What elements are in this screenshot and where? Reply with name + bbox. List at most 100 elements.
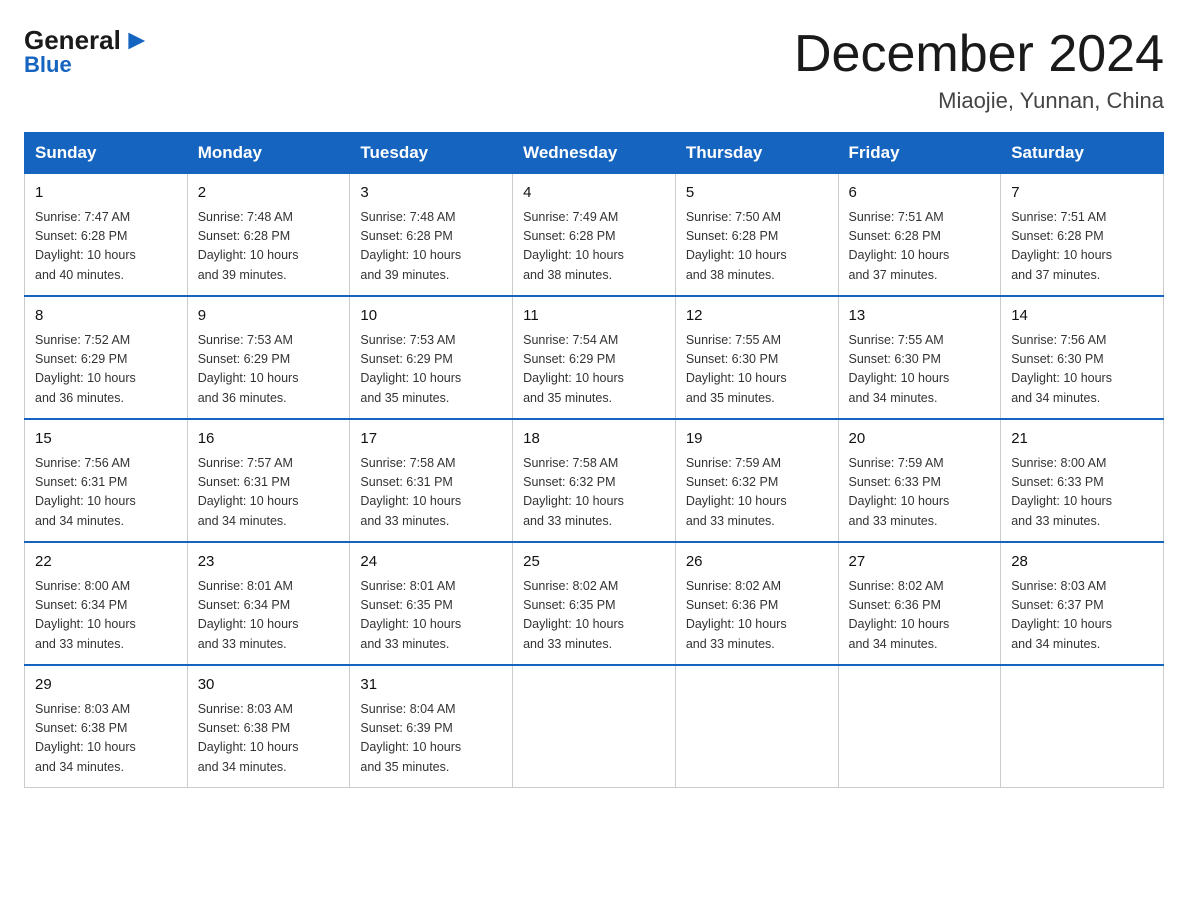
day-number: 17 <box>360 428 502 451</box>
calendar-day-cell: 3 Sunrise: 7:48 AMSunset: 6:28 PMDaylight… <box>350 174 513 297</box>
day-info: Sunrise: 7:47 AMSunset: 6:28 PMDaylight:… <box>35 208 177 286</box>
page-header: General ► Blue December 2024 Miaojie, Yu… <box>24 24 1164 114</box>
calendar-day-cell: 2Sunrise: 7:48 AMSunset: 6:28 PMDaylight… <box>187 174 350 297</box>
calendar-day-cell: 8 Sunrise: 7:52 AMSunset: 6:29 PMDaylight… <box>25 296 188 419</box>
calendar-week-3: 15 Sunrise: 7:56 AMSunset: 6:31 PMDayligh… <box>25 419 1164 542</box>
day-number: 25 <box>523 551 665 574</box>
day-number: 23 <box>198 551 340 574</box>
calendar-day-cell: 18Sunrise: 7:58 AMSunset: 6:32 PMDayligh… <box>513 419 676 542</box>
calendar-day-cell: 23 Sunrise: 8:01 AMSunset: 6:34 PMDayligh… <box>187 542 350 665</box>
calendar-day-cell: 10Sunrise: 7:53 AMSunset: 6:29 PMDayligh… <box>350 296 513 419</box>
day-info: Sunrise: 7:48 AMSunset: 6:28 PMDaylight:… <box>360 208 502 286</box>
day-info: Sunrise: 7:59 AMSunset: 6:33 PMDaylight:… <box>849 454 991 532</box>
day-number: 16 <box>198 428 340 451</box>
day-number: 15 <box>35 428 177 451</box>
calendar-day-cell <box>838 665 1001 788</box>
header-thursday: Thursday <box>675 133 838 174</box>
calendar-day-cell: 16 Sunrise: 7:57 AMSunset: 6:31 PMDayligh… <box>187 419 350 542</box>
day-info: Sunrise: 8:03 AMSunset: 6:37 PMDaylight:… <box>1011 577 1153 655</box>
day-number: 2 <box>198 182 340 205</box>
day-info: Sunrise: 8:01 AMSunset: 6:35 PMDaylight:… <box>360 577 502 655</box>
day-number: 11 <box>523 305 665 328</box>
calendar-day-cell: 25 Sunrise: 8:02 AMSunset: 6:35 PMDayligh… <box>513 542 676 665</box>
day-number: 29 <box>35 674 177 697</box>
day-number: 5 <box>686 182 828 205</box>
day-info: Sunrise: 7:53 AMSunset: 6:29 PMDaylight:… <box>360 331 502 409</box>
calendar-header-row: Sunday Monday Tuesday Wednesday Thursday… <box>25 133 1164 174</box>
calendar-day-cell: 7 Sunrise: 7:51 AMSunset: 6:28 PMDaylight… <box>1001 174 1164 297</box>
day-info: Sunrise: 8:02 AMSunset: 6:35 PMDaylight:… <box>523 577 665 655</box>
day-info: Sunrise: 7:53 AMSunset: 6:29 PMDaylight:… <box>198 331 340 409</box>
calendar-day-cell: 20Sunrise: 7:59 AMSunset: 6:33 PMDayligh… <box>838 419 1001 542</box>
calendar-day-cell <box>1001 665 1164 788</box>
day-number: 1 <box>35 182 177 205</box>
header-tuesday: Tuesday <box>350 133 513 174</box>
day-number: 13 <box>849 305 991 328</box>
day-info: Sunrise: 7:50 AMSunset: 6:28 PMDaylight:… <box>686 208 828 286</box>
day-info: Sunrise: 7:59 AMSunset: 6:32 PMDaylight:… <box>686 454 828 532</box>
calendar-location: Miaojie, Yunnan, China <box>794 88 1164 114</box>
day-number: 7 <box>1011 182 1153 205</box>
day-info: Sunrise: 8:04 AMSunset: 6:39 PMDaylight:… <box>360 700 502 778</box>
day-number: 24 <box>360 551 502 574</box>
logo-arrow-icon: ► <box>123 24 151 56</box>
logo-general-text: General <box>24 25 121 56</box>
calendar-day-cell: 30 Sunrise: 8:03 AMSunset: 6:38 PMDayligh… <box>187 665 350 788</box>
calendar-day-cell: 4Sunrise: 7:49 AMSunset: 6:28 PMDaylight… <box>513 174 676 297</box>
day-number: 28 <box>1011 551 1153 574</box>
day-info: Sunrise: 7:57 AMSunset: 6:31 PMDaylight:… <box>198 454 340 532</box>
logo: General ► Blue <box>24 24 151 78</box>
day-number: 4 <box>523 182 665 205</box>
calendar-day-cell: 28 Sunrise: 8:03 AMSunset: 6:37 PMDayligh… <box>1001 542 1164 665</box>
calendar-week-2: 8 Sunrise: 7:52 AMSunset: 6:29 PMDaylight… <box>25 296 1164 419</box>
header-sunday: Sunday <box>25 133 188 174</box>
day-number: 6 <box>849 182 991 205</box>
day-info: Sunrise: 7:58 AMSunset: 6:32 PMDaylight:… <box>523 454 665 532</box>
day-info: Sunrise: 8:02 AMSunset: 6:36 PMDaylight:… <box>849 577 991 655</box>
calendar-day-cell: 27Sunrise: 8:02 AMSunset: 6:36 PMDayligh… <box>838 542 1001 665</box>
calendar-day-cell: 12 Sunrise: 7:55 AMSunset: 6:30 PMDayligh… <box>675 296 838 419</box>
calendar-table: Sunday Monday Tuesday Wednesday Thursday… <box>24 132 1164 788</box>
day-info: Sunrise: 7:56 AMSunset: 6:31 PMDaylight:… <box>35 454 177 532</box>
day-number: 19 <box>686 428 828 451</box>
logo-blue-text: Blue <box>24 52 72 78</box>
header-monday: Monday <box>187 133 350 174</box>
calendar-week-4: 22 Sunrise: 8:00 AMSunset: 6:34 PMDayligh… <box>25 542 1164 665</box>
day-info: Sunrise: 7:55 AMSunset: 6:30 PMDaylight:… <box>686 331 828 409</box>
day-number: 30 <box>198 674 340 697</box>
day-number: 3 <box>360 182 502 205</box>
calendar-day-cell: 5 Sunrise: 7:50 AMSunset: 6:28 PMDaylight… <box>675 174 838 297</box>
calendar-day-cell: 13 Sunrise: 7:55 AMSunset: 6:30 PMDayligh… <box>838 296 1001 419</box>
calendar-title: December 2024 <box>794 24 1164 84</box>
day-info: Sunrise: 7:56 AMSunset: 6:30 PMDaylight:… <box>1011 331 1153 409</box>
calendar-day-cell: 21 Sunrise: 8:00 AMSunset: 6:33 PMDayligh… <box>1001 419 1164 542</box>
day-info: Sunrise: 7:55 AMSunset: 6:30 PMDaylight:… <box>849 331 991 409</box>
day-number: 12 <box>686 305 828 328</box>
day-info: Sunrise: 8:00 AMSunset: 6:33 PMDaylight:… <box>1011 454 1153 532</box>
day-info: Sunrise: 7:51 AMSunset: 6:28 PMDaylight:… <box>1011 208 1153 286</box>
day-info: Sunrise: 7:52 AMSunset: 6:29 PMDaylight:… <box>35 331 177 409</box>
title-block: December 2024 Miaojie, Yunnan, China <box>794 24 1164 114</box>
day-info: Sunrise: 8:02 AMSunset: 6:36 PMDaylight:… <box>686 577 828 655</box>
calendar-day-cell: 14Sunrise: 7:56 AMSunset: 6:30 PMDayligh… <box>1001 296 1164 419</box>
calendar-day-cell: 31Sunrise: 8:04 AMSunset: 6:39 PMDayligh… <box>350 665 513 788</box>
day-info: Sunrise: 8:01 AMSunset: 6:34 PMDaylight:… <box>198 577 340 655</box>
calendar-week-1: 1 Sunrise: 7:47 AMSunset: 6:28 PMDaylight… <box>25 174 1164 297</box>
day-number: 21 <box>1011 428 1153 451</box>
day-number: 26 <box>686 551 828 574</box>
day-number: 22 <box>35 551 177 574</box>
day-info: Sunrise: 8:03 AMSunset: 6:38 PMDaylight:… <box>198 700 340 778</box>
day-number: 8 <box>35 305 177 328</box>
header-wednesday: Wednesday <box>513 133 676 174</box>
day-info: Sunrise: 8:03 AMSunset: 6:38 PMDaylight:… <box>35 700 177 778</box>
calendar-day-cell: 22 Sunrise: 8:00 AMSunset: 6:34 PMDayligh… <box>25 542 188 665</box>
calendar-day-cell: 9Sunrise: 7:53 AMSunset: 6:29 PMDaylight… <box>187 296 350 419</box>
calendar-day-cell: 1 Sunrise: 7:47 AMSunset: 6:28 PMDaylight… <box>25 174 188 297</box>
calendar-day-cell: 17Sunrise: 7:58 AMSunset: 6:31 PMDayligh… <box>350 419 513 542</box>
day-info: Sunrise: 8:00 AMSunset: 6:34 PMDaylight:… <box>35 577 177 655</box>
calendar-day-cell: 26 Sunrise: 8:02 AMSunset: 6:36 PMDayligh… <box>675 542 838 665</box>
day-info: Sunrise: 7:54 AMSunset: 6:29 PMDaylight:… <box>523 331 665 409</box>
calendar-day-cell: 6Sunrise: 7:51 AMSunset: 6:28 PMDaylight… <box>838 174 1001 297</box>
calendar-week-5: 29 Sunrise: 8:03 AMSunset: 6:38 PMDayligh… <box>25 665 1164 788</box>
header-saturday: Saturday <box>1001 133 1164 174</box>
